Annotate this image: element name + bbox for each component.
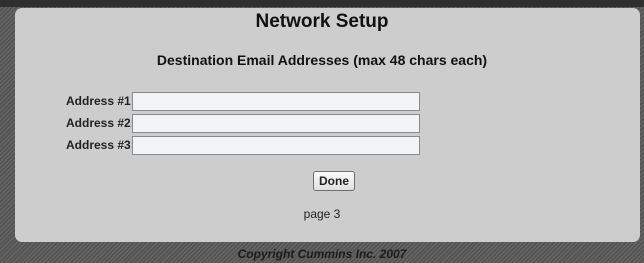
copyright-footer: Copyright Cummins Inc. 2007 xyxy=(237,247,407,261)
top-bar xyxy=(0,0,644,7)
address-1-input[interactable] xyxy=(132,92,420,111)
done-button[interactable]: Done xyxy=(313,171,355,191)
section-subtitle: Destination Email Addresses (max 48 char… xyxy=(156,52,488,68)
page-number: page 3 xyxy=(303,207,341,221)
address-row-2: Address #2: xyxy=(0,114,644,134)
address-3-input[interactable] xyxy=(132,136,420,155)
address-row-3: Address #3: xyxy=(0,136,644,156)
address-3-label: Address #3: xyxy=(66,138,135,152)
page-title: Network Setup xyxy=(255,11,389,32)
address-row-1: Address #1: xyxy=(0,92,644,112)
address-2-label: Address #2: xyxy=(66,116,135,130)
address-1-label: Address #1: xyxy=(66,94,135,108)
address-2-input[interactable] xyxy=(132,114,420,133)
